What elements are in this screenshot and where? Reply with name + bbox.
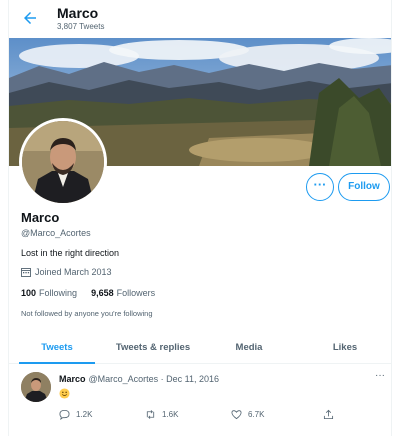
followers-count: 9,658 <box>91 288 114 298</box>
joined-text: Joined March 2013 <box>35 267 112 277</box>
calendar-icon <box>21 267 31 277</box>
back-arrow-icon[interactable] <box>21 9 39 27</box>
more-options-button[interactable]: ··· <box>306 173 334 201</box>
header-tweet-count: 3,807 Tweets <box>57 22 105 31</box>
followed-by-note: Not followed by anyone you're following <box>21 309 153 318</box>
tweet-handle-date: @Marco_Acortes · Dec 11, 2016 <box>88 374 220 384</box>
like-count: 6.7K <box>248 410 265 419</box>
like-action[interactable]: 6.7K <box>231 409 264 420</box>
header-name: Marco <box>57 5 99 21</box>
profile-page: Marco 3,807 Tweets ··· Follow Marco @Mar… <box>8 0 392 436</box>
tweet-author-name[interactable]: Marco <box>59 374 86 384</box>
retweet-action[interactable]: 1.6K <box>145 409 178 420</box>
profile-header: Marco 3,807 Tweets <box>9 0 391 38</box>
tweet-avatar[interactable] <box>21 372 51 402</box>
tweet-header: Marco @Marco_Acortes · Dec 11, 2016 <box>59 374 219 384</box>
tweet-item[interactable]: Marco @Marco_Acortes · Dec 11, 2016 ··· 1… <box>9 366 391 436</box>
follow-stats: 100 Following 9,658 Followers <box>21 288 155 298</box>
tab-tweets[interactable]: Tweets <box>9 334 105 364</box>
followers-label: Followers <box>116 288 156 298</box>
followers-link[interactable]: 9,658 Followers <box>91 288 155 298</box>
tab-media[interactable]: Media <box>201 334 297 363</box>
heart-icon <box>231 410 242 420</box>
following-count: 100 <box>21 288 37 298</box>
follow-button[interactable]: Follow <box>338 173 390 201</box>
following-label: Following <box>39 288 78 298</box>
tweet-actions: 1.2K 1.6K 6.7K <box>59 409 359 423</box>
profile-name: Marco <box>21 210 60 225</box>
smiley-emoji-icon <box>59 388 70 399</box>
reply-icon <box>59 409 70 420</box>
tweet-more-button[interactable]: ··· <box>375 370 385 381</box>
profile-joined: Joined March 2013 <box>21 267 112 277</box>
share-icon <box>323 409 334 420</box>
profile-tabs: Tweets Tweets & replies Media Likes <box>9 334 391 364</box>
retweet-icon <box>146 410 155 419</box>
tab-likes[interactable]: Likes <box>297 334 391 363</box>
profile-avatar[interactable] <box>19 118 107 206</box>
following-link[interactable]: 100 Following <box>21 288 77 298</box>
share-action[interactable] <box>323 409 334 420</box>
reply-count: 1.2K <box>76 410 93 419</box>
retweet-count: 1.6K <box>162 410 179 419</box>
profile-bio: Lost in the right direction <box>21 248 120 258</box>
tab-tweets-replies[interactable]: Tweets & replies <box>105 334 201 363</box>
profile-handle: @Marco_Acortes <box>21 228 91 238</box>
reply-action[interactable]: 1.2K <box>59 409 92 420</box>
